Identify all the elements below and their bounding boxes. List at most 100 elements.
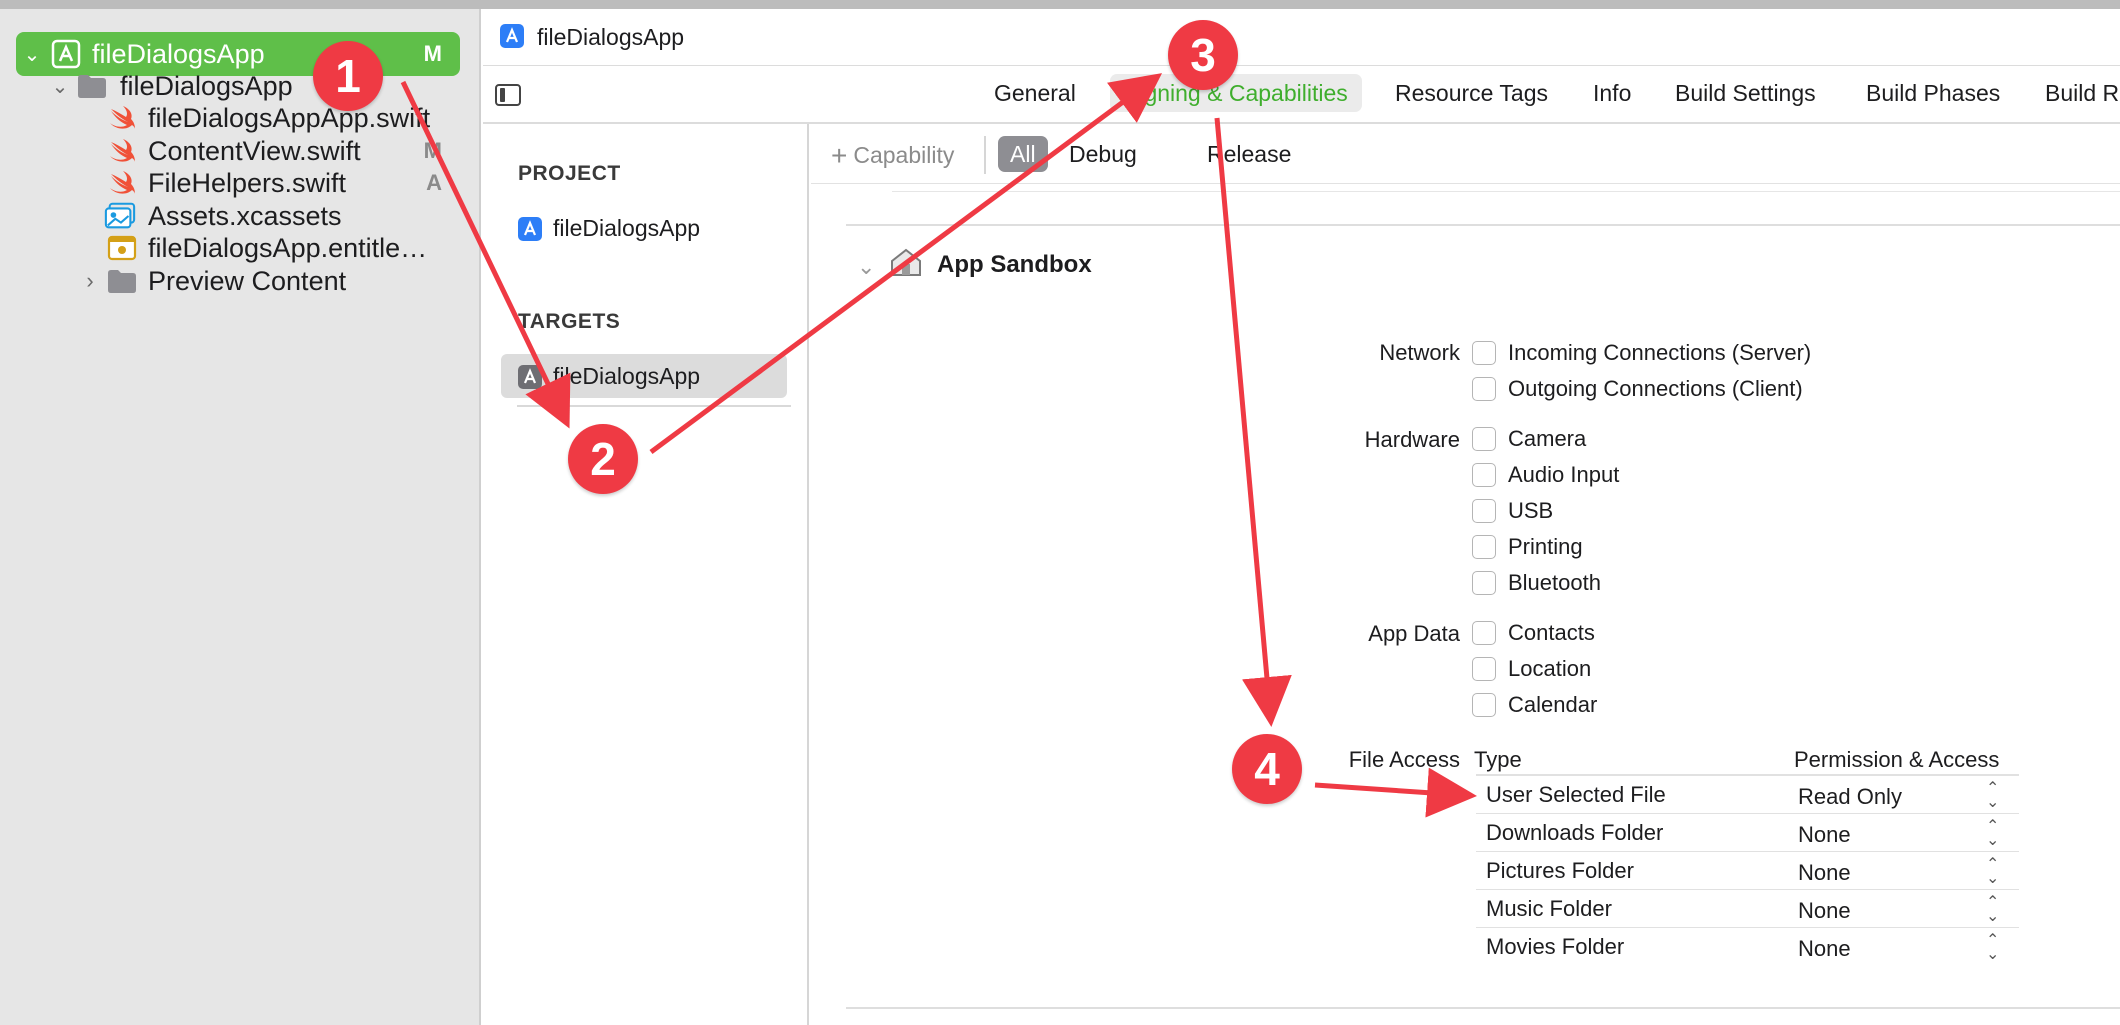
checkbox[interactable] [1472, 621, 1496, 645]
up-down-chevron-icon: ⌃ ⌄ [1986, 932, 2000, 963]
checkbox-label: Calendar [1508, 692, 1598, 717]
checkbox-label: Contacts [1508, 620, 1595, 645]
chevron-down-icon[interactable]: ⌄ [22, 42, 42, 67]
target-item[interactable]: fileDialogsApp [501, 354, 787, 398]
divider [517, 405, 791, 407]
file-type-label: Music Folder [1486, 896, 1612, 921]
tab-build-phases[interactable]: Build Phases [1852, 74, 2014, 112]
project-item-label: fileDialogsApp [553, 214, 701, 241]
app-project-icon [517, 216, 543, 248]
checkbox[interactable] [1472, 657, 1496, 681]
table-row: Pictures Folder None ⌃ ⌄ [1476, 852, 2019, 890]
tab-build-rules[interactable]: Build R [2031, 74, 2120, 112]
nav-folder-label: Preview Content [148, 265, 347, 296]
editor-tab-bar: General Signing & Capabilities Resource … [483, 66, 2120, 124]
tab-info[interactable]: Info [1579, 74, 1645, 112]
checkbox-row[interactable]: Camera [1472, 425, 1586, 453]
filter-release[interactable]: Release [1195, 136, 1303, 172]
column-header-permission: Permission & Access [1794, 747, 2000, 772]
sidebar-toggle-icon[interactable] [495, 84, 521, 106]
checkbox-row[interactable]: Outgoing Connections (Client) [1472, 375, 1803, 403]
permission-value: None [1798, 860, 1851, 885]
permission-select[interactable]: None ⌃ ⌄ [1798, 932, 2010, 964]
divider [984, 136, 986, 174]
file-type-label: Movies Folder [1486, 934, 1625, 959]
group-label-network: Network [1379, 340, 1460, 365]
scm-badge: A [426, 170, 442, 195]
checkbox[interactable] [1472, 499, 1496, 523]
checkbox[interactable] [1472, 463, 1496, 487]
app-project-icon [499, 23, 525, 54]
filter-debug[interactable]: Debug [1057, 136, 1149, 172]
step-badge-1: 1 [313, 41, 383, 111]
checkbox-row[interactable]: Incoming Connections (Server) [1472, 339, 1811, 367]
chevron-right-icon[interactable]: › [80, 268, 100, 294]
folder-icon [106, 265, 138, 297]
nav-folder-preview[interactable]: › Preview Content [16, 259, 460, 303]
permission-select[interactable]: None ⌃ ⌄ [1798, 856, 2010, 888]
checkbox[interactable] [1472, 427, 1496, 451]
targets-heading: TARGETS [518, 310, 621, 333]
permission-value: Read Only [1798, 784, 1902, 809]
up-down-chevron-icon: ⌃ ⌄ [1986, 780, 2000, 811]
checkbox-label: Outgoing Connections (Client) [1508, 376, 1803, 401]
permission-value: None [1798, 898, 1851, 923]
checkbox-row[interactable]: Contacts [1472, 619, 1595, 647]
add-capability-button[interactable]: + Capability [831, 140, 954, 172]
checkbox-label: Printing [1508, 534, 1583, 559]
up-down-chevron-icon: ⌃ ⌄ [1986, 894, 2000, 925]
divider [846, 224, 2120, 226]
tab-signing-capabilities[interactable]: Signing & Capabilities [1110, 74, 1362, 112]
file-type-label: User Selected File [1486, 782, 1666, 807]
target-item-label: fileDialogsApp [553, 362, 701, 389]
tab-resource-tags[interactable]: Resource Tags [1381, 74, 1562, 112]
tab-build-settings[interactable]: Build Settings [1661, 74, 1830, 112]
checkbox-row[interactable]: Bluetooth [1472, 569, 1601, 597]
checkbox-label: USB [1508, 498, 1554, 523]
checkbox[interactable] [1472, 535, 1496, 559]
group-label-hardware: Hardware [1364, 427, 1460, 452]
divider [846, 1007, 2120, 1009]
plus-icon: + [831, 140, 848, 171]
permission-select[interactable]: None ⌃ ⌄ [1798, 818, 2010, 850]
window-top-edge [0, 0, 2120, 9]
xcode-window: ⌄ fileDialogsApp M ⌄ fileDialogsApp file… [0, 0, 2120, 1025]
file-type-label: Downloads Folder [1486, 820, 1664, 845]
project-item[interactable]: fileDialogsApp [501, 206, 787, 250]
table-row: Music Folder None ⌃ ⌄ [1476, 890, 2019, 928]
checkbox-label: Incoming Connections (Server) [1508, 340, 1812, 365]
checkbox[interactable] [1472, 693, 1496, 717]
chevron-down-icon[interactable]: ⌄ [857, 254, 875, 280]
up-down-chevron-icon: ⌃ ⌄ [1986, 856, 2000, 887]
permission-value: None [1798, 822, 1851, 847]
divider [892, 191, 2120, 192]
checkbox[interactable] [1472, 341, 1496, 365]
chevron-down-icon[interactable]: ⌄ [50, 74, 70, 99]
permission-select[interactable]: None ⌃ ⌄ [1798, 894, 2010, 926]
checkbox-row[interactable]: USB [1472, 497, 1553, 525]
permission-value: None [1798, 936, 1851, 961]
checkbox-label: Camera [1508, 426, 1587, 451]
column-header-type: Type [1474, 747, 1522, 772]
filter-all[interactable]: All [998, 136, 1048, 172]
up-down-chevron-icon: ⌃ ⌄ [1986, 818, 2000, 849]
table-row: Movies Folder None ⌃ ⌄ [1476, 928, 2019, 966]
group-label-app-data: App Data [1368, 621, 1460, 646]
checkbox[interactable] [1472, 377, 1496, 401]
checkbox[interactable] [1472, 571, 1496, 595]
checkbox-label: Location [1508, 656, 1592, 681]
section-title-app-sandbox: App Sandbox [937, 251, 1092, 278]
tab-general[interactable]: General [980, 74, 1090, 112]
step-badge-3: 3 [1168, 20, 1238, 90]
sandbox-icon [889, 247, 923, 282]
add-capability-label: Capability [853, 142, 955, 168]
checkbox-label: Audio Input [1508, 462, 1620, 487]
checkbox-label: Bluetooth [1508, 570, 1601, 595]
checkbox-row[interactable]: Calendar [1472, 691, 1597, 719]
checkbox-row[interactable]: Printing [1472, 533, 1583, 561]
permission-select[interactable]: Read Only ⌃ ⌄ [1798, 780, 2010, 812]
project-navigator: ⌄ fileDialogsApp M ⌄ fileDialogsApp file… [0, 9, 481, 1025]
file-type-label: Pictures Folder [1486, 858, 1634, 883]
checkbox-row[interactable]: Location [1472, 655, 1591, 683]
checkbox-row[interactable]: Audio Input [1472, 461, 1619, 489]
